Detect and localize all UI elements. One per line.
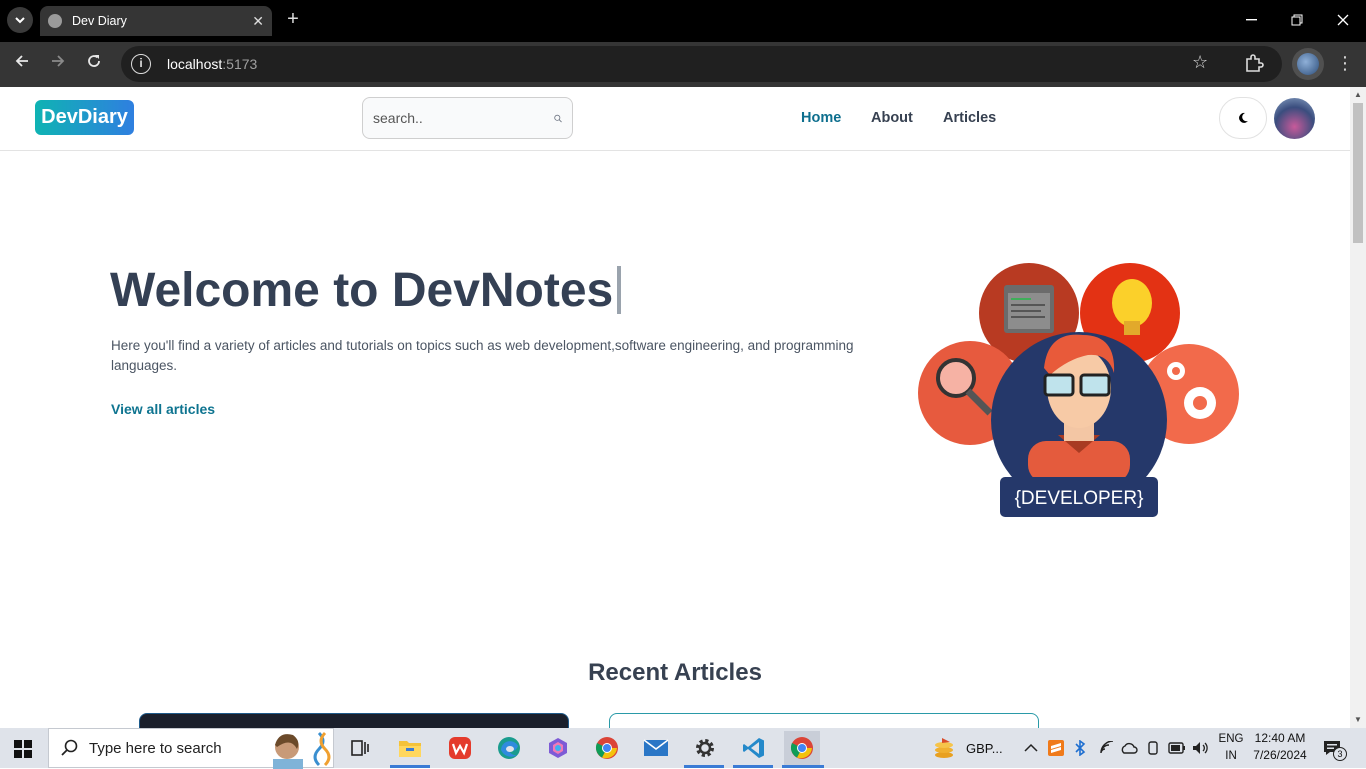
- sublime-tray-icon[interactable]: [1048, 728, 1064, 768]
- restore-button[interactable]: [1274, 0, 1320, 40]
- close-icon: [1337, 14, 1349, 26]
- scrollbar-thumb[interactable]: [1353, 103, 1363, 243]
- task-view-icon[interactable]: [346, 734, 374, 762]
- article-card[interactable]: [609, 713, 1039, 728]
- taskbar-search[interactable]: Type here to search: [48, 728, 334, 769]
- developer-illustration: {DEVELOPER}: [918, 263, 1239, 517]
- vscode-icon[interactable]: [740, 734, 768, 762]
- page-scrollbar[interactable]: ▲ ▼: [1350, 87, 1366, 728]
- chevron-up-icon: [1024, 743, 1038, 752]
- theme-toggle-button[interactable]: [1219, 97, 1267, 139]
- device-icon[interactable]: [1146, 728, 1160, 768]
- network-icon[interactable]: [1120, 728, 1138, 768]
- chrome-active-icon[interactable]: [784, 731, 820, 765]
- lang-region: IN: [1225, 750, 1237, 762]
- hero-title: Welcome to DevNotes: [110, 263, 622, 318]
- extensions-icon[interactable]: [1243, 52, 1265, 74]
- recent-articles-heading: Recent Articles: [588, 659, 762, 686]
- address-bar[interactable]: i localhost:5173: [121, 46, 1282, 82]
- chevron-down-icon: [15, 16, 25, 23]
- user-avatar[interactable]: [1274, 98, 1315, 139]
- arrow-left-icon: [15, 55, 28, 67]
- minimize-button[interactable]: [1228, 0, 1274, 40]
- scroll-down-icon[interactable]: ▼: [1354, 715, 1362, 724]
- search-box: [362, 97, 573, 139]
- typing-cursor: [617, 266, 622, 314]
- file-explorer-icon[interactable]: [396, 734, 424, 762]
- volume-icon[interactable]: [1192, 728, 1208, 768]
- notification-count: 3: [1333, 747, 1347, 761]
- mail-icon[interactable]: [642, 734, 670, 762]
- hero-title-text: Welcome to DevNotes: [110, 264, 614, 317]
- developer-badge-text: {DEVELOPER}: [1015, 488, 1144, 509]
- language-indicator[interactable]: ENG IN: [1217, 731, 1245, 765]
- view-all-articles-link[interactable]: View all articles: [111, 401, 215, 417]
- browser-tab[interactable]: Dev Diary ✕: [40, 6, 272, 36]
- browser-toolbar: i localhost:5173 ☆ ⋮: [0, 42, 1366, 87]
- minimize-icon: [1245, 19, 1257, 21]
- search-input[interactable]: [373, 110, 554, 126]
- bluetooth-icon[interactable]: [1074, 728, 1086, 768]
- wifi-icon[interactable]: [1097, 728, 1113, 768]
- nav-articles[interactable]: Articles: [943, 110, 996, 126]
- bookmark-star-icon[interactable]: ☆: [1192, 52, 1208, 73]
- wps-office-icon[interactable]: [446, 734, 474, 762]
- forward-button[interactable]: [46, 52, 70, 76]
- notifications-button[interactable]: 3: [1322, 728, 1347, 768]
- scroll-up-icon[interactable]: ▲: [1354, 90, 1362, 99]
- site-info-icon[interactable]: i: [131, 54, 151, 74]
- back-button[interactable]: [10, 52, 34, 76]
- more-options-icon[interactable]: ⋮: [1336, 54, 1354, 72]
- restore-icon: [1291, 14, 1303, 26]
- show-hidden-icons[interactable]: [1024, 728, 1038, 768]
- reload-button[interactable]: [82, 52, 106, 76]
- url-host: localhost: [167, 56, 223, 72]
- web-page: DevDiary Home About Articles Welcome to …: [0, 87, 1350, 728]
- reload-icon: [88, 55, 100, 67]
- clock-date: 7/26/2024: [1253, 748, 1307, 762]
- chrome-icon[interactable]: [593, 734, 621, 762]
- currency-icon: [935, 738, 953, 758]
- weather-text: GBP...: [966, 740, 1003, 756]
- arrow-right-icon: [52, 55, 65, 67]
- hero-description: Here you'll find a variety of articles a…: [111, 338, 854, 373]
- site-header: DevDiary Home About Articles: [0, 87, 1350, 151]
- nav-home[interactable]: Home: [801, 110, 841, 126]
- nav-about[interactable]: About: [871, 110, 913, 126]
- new-tab-button[interactable]: +: [282, 8, 304, 30]
- taskbar-search-placeholder: Type here to search: [89, 739, 222, 757]
- clock[interactable]: 12:40 AM 7/26/2024: [1250, 730, 1310, 764]
- battery-icon[interactable]: [1168, 728, 1186, 768]
- search-icon[interactable]: [554, 110, 562, 127]
- edge-icon[interactable]: [495, 734, 523, 762]
- site-logo[interactable]: DevDiary: [35, 100, 134, 135]
- tab-title: Dev Diary: [72, 14, 127, 28]
- moon-icon: [1239, 112, 1248, 123]
- weather-widget[interactable]: GBP...: [932, 728, 1003, 768]
- globe-icon: [48, 14, 62, 28]
- close-tab-icon[interactable]: ✕: [252, 13, 264, 30]
- article-card[interactable]: [139, 713, 569, 728]
- url-port: :5173: [222, 56, 258, 72]
- lang-code: ENG: [1218, 733, 1244, 745]
- close-window-button[interactable]: [1320, 0, 1366, 40]
- browser-tab-bar: Dev Diary ✕ +: [0, 0, 1366, 42]
- copilot-icon[interactable]: [544, 734, 572, 762]
- tab-search-button[interactable]: [7, 7, 33, 33]
- clock-time: 12:40 AM: [1254, 731, 1306, 745]
- windows-taskbar: Type here to search GBP... ENG IN 12:40 A…: [0, 728, 1366, 769]
- settings-gear-icon[interactable]: [691, 734, 719, 762]
- profile-avatar-button[interactable]: [1292, 48, 1324, 80]
- search-highlight-icon: [273, 731, 331, 769]
- windows-start-icon[interactable]: [14, 740, 32, 758]
- avatar: [1297, 53, 1319, 75]
- search-icon: [61, 739, 78, 756]
